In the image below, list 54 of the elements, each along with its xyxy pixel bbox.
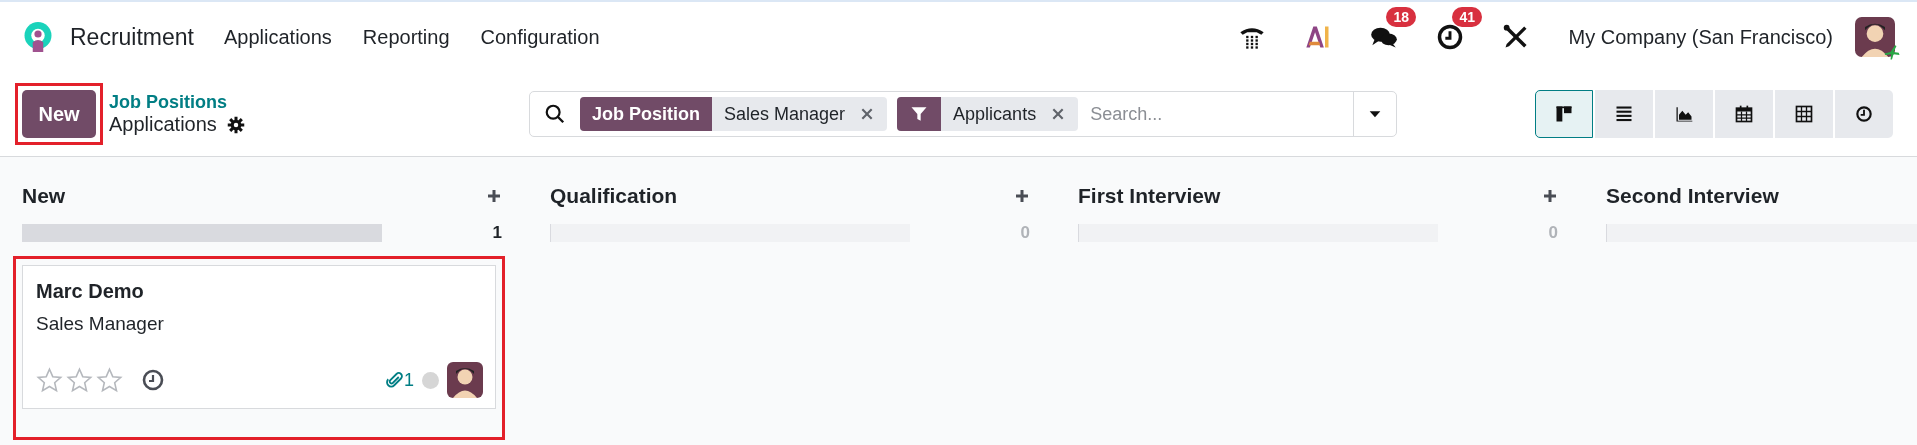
menu-item[interactable]: Reporting <box>362 25 450 49</box>
column-title: Qualification <box>550 184 678 208</box>
user-avatar[interactable] <box>1855 17 1895 57</box>
view-calendar-button[interactable] <box>1715 90 1773 138</box>
star-icon[interactable] <box>66 366 93 394</box>
list-view-icon <box>1614 104 1634 124</box>
notification-badge: 18 <box>1386 7 1417 27</box>
column-title: Second Interview <box>1606 184 1779 208</box>
breadcrumb-link[interactable]: Job Positions <box>109 92 529 113</box>
plane-icon <box>1883 43 1901 61</box>
column-title: First Interview <box>1078 184 1221 208</box>
record-count: 0 <box>1548 223 1558 243</box>
applicant-name: Marc Demo <box>36 280 145 303</box>
search-icon <box>544 103 566 125</box>
notification-badge: 41 <box>1452 7 1483 27</box>
view-pivot-button[interactable] <box>1775 90 1833 138</box>
kanban-view-icon <box>1554 104 1574 124</box>
search-facet[interactable]: Job Position Sales Manager <box>580 97 888 131</box>
view-graph-button[interactable] <box>1655 90 1713 138</box>
graph-view-icon <box>1674 104 1694 124</box>
star-icon[interactable] <box>36 366 63 394</box>
search-bar[interactable]: Job Position Sales Manager Applicants Search... <box>529 91 1397 137</box>
add-icon[interactable] <box>1014 188 1030 204</box>
paperclip-icon <box>386 371 404 389</box>
company-switcher[interactable]: My Company (San Francisco) <box>1568 25 1833 49</box>
view-activity-button[interactable] <box>1835 90 1893 138</box>
page-title: Applications <box>109 113 217 136</box>
view-list-button[interactable] <box>1595 90 1653 138</box>
menu-item[interactable]: Configuration <box>480 25 600 49</box>
add-icon[interactable] <box>1542 188 1558 204</box>
status-dot[interactable] <box>422 371 439 389</box>
star-icon[interactable] <box>96 366 123 394</box>
activity-view-icon <box>1854 104 1874 124</box>
menu-item[interactable]: Applications <box>224 25 332 49</box>
record-count: 1 <box>492 223 502 243</box>
user-avatar[interactable] <box>447 362 483 398</box>
facet-value: Sales Manager <box>723 103 847 125</box>
clock-icon[interactable] <box>141 368 165 392</box>
new-button[interactable]: New <box>22 90 96 138</box>
job-title: Sales Manager <box>36 313 165 335</box>
calendar-view-icon <box>1734 104 1754 124</box>
view-kanban-button[interactable] <box>1535 90 1593 138</box>
clock-icon[interactable] <box>1436 23 1465 51</box>
column-title: New <box>22 184 66 208</box>
search-facet[interactable]: Applicants <box>897 97 1079 131</box>
pivot-view-icon <box>1794 104 1814 124</box>
attachment-count: 1 <box>404 369 414 391</box>
app-name[interactable]: Recruitment <box>70 23 194 51</box>
facet-value: Applicants <box>952 103 1038 125</box>
add-icon[interactable] <box>486 188 502 204</box>
applicant-card[interactable]: Marc Demo Sales Manager 1 <box>22 265 496 409</box>
record-count: 0 <box>1020 223 1030 243</box>
settings-icon[interactable] <box>226 115 245 134</box>
facet-label: Job Position <box>580 97 712 131</box>
